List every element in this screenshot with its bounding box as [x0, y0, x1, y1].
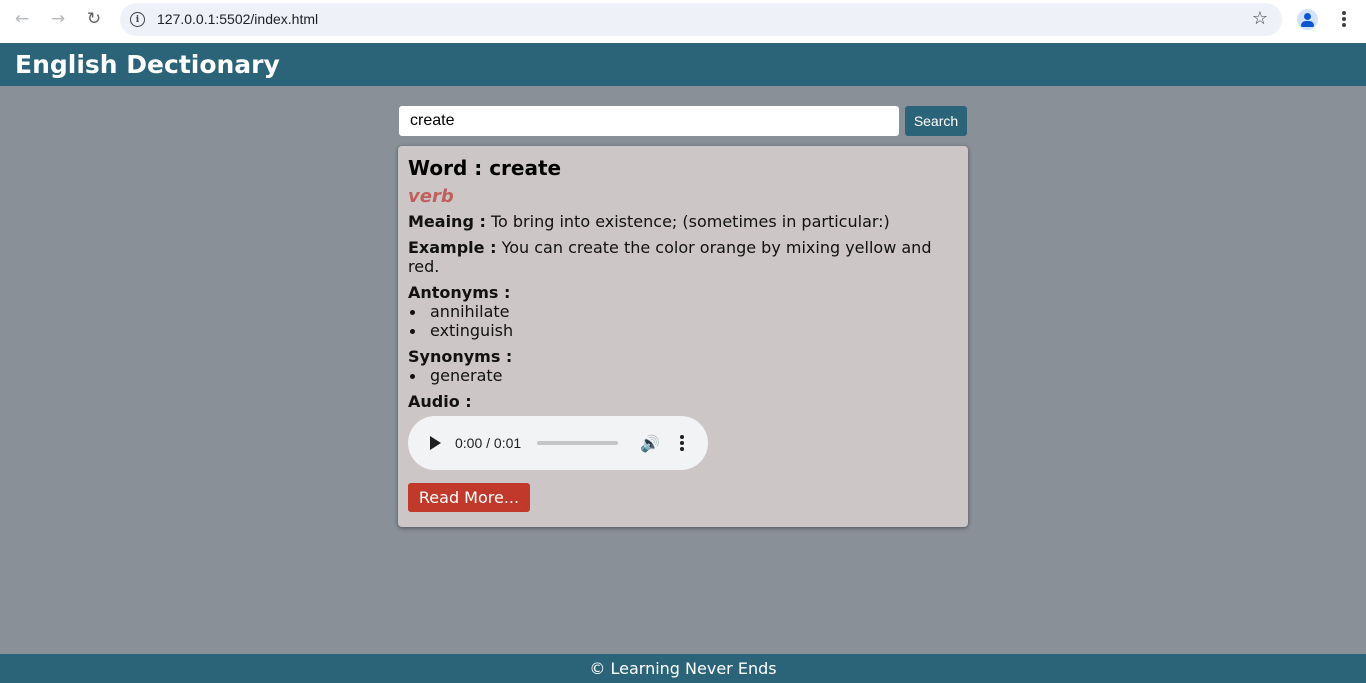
- meaning-row: Meaing : To bring into existence; (somet…: [408, 212, 948, 231]
- browser-menu-icon[interactable]: [1336, 9, 1352, 29]
- profile-avatar-icon[interactable]: [1297, 9, 1318, 30]
- meaning-text: To bring into existence; (sometimes in p…: [490, 212, 890, 231]
- forward-arrow-icon[interactable]: →: [44, 7, 72, 31]
- audio-player[interactable]: 0:00 / 0:01 🔊: [408, 416, 708, 470]
- site-header: English Dectionary: [0, 43, 1366, 86]
- site-info-icon[interactable]: i: [130, 12, 145, 27]
- meaning-label: Meaing :: [408, 212, 486, 231]
- audio-progress-slider[interactable]: [537, 441, 618, 445]
- address-bar[interactable]: i 127.0.0.1:5502/index.html ☆: [120, 3, 1282, 36]
- synonyms-label: Synonyms :: [408, 347, 513, 366]
- example-label: Example :: [408, 238, 497, 257]
- audio-time: 0:00 / 0:01: [455, 435, 522, 451]
- back-arrow-icon[interactable]: ←: [8, 7, 36, 31]
- more-options-icon[interactable]: [679, 435, 685, 451]
- antonyms-list: annihilate extinguish: [408, 302, 513, 340]
- volume-icon[interactable]: 🔊: [640, 434, 660, 453]
- list-item: extinguish: [408, 321, 513, 340]
- reload-icon[interactable]: ↻: [80, 7, 108, 31]
- footer-text: © Learning Never Ends: [0, 654, 1366, 683]
- example-row: Example : You can create the color orang…: [408, 238, 948, 276]
- site-title: English Dectionary: [15, 50, 280, 79]
- audio-label: Audio :: [408, 392, 472, 411]
- play-icon[interactable]: [430, 436, 441, 450]
- part-of-speech: verb: [408, 186, 454, 207]
- url-text[interactable]: 127.0.0.1:5502/index.html: [157, 11, 318, 27]
- synonyms-list: generate: [408, 366, 502, 385]
- antonyms-label: Antonyms :: [408, 283, 511, 302]
- list-item: generate: [408, 366, 502, 385]
- search-button[interactable]: Search: [905, 106, 967, 136]
- word-heading: Word : create: [408, 156, 562, 180]
- list-item: annihilate: [408, 302, 513, 321]
- read-more-button[interactable]: Read More...: [408, 483, 530, 512]
- search-input[interactable]: [399, 106, 899, 136]
- bookmark-star-icon[interactable]: ☆: [1252, 8, 1268, 29]
- browser-toolbar: ← → ↻ i 127.0.0.1:5502/index.html ☆: [0, 0, 1366, 43]
- result-card: Word : create verb Meaing : To bring int…: [398, 146, 968, 527]
